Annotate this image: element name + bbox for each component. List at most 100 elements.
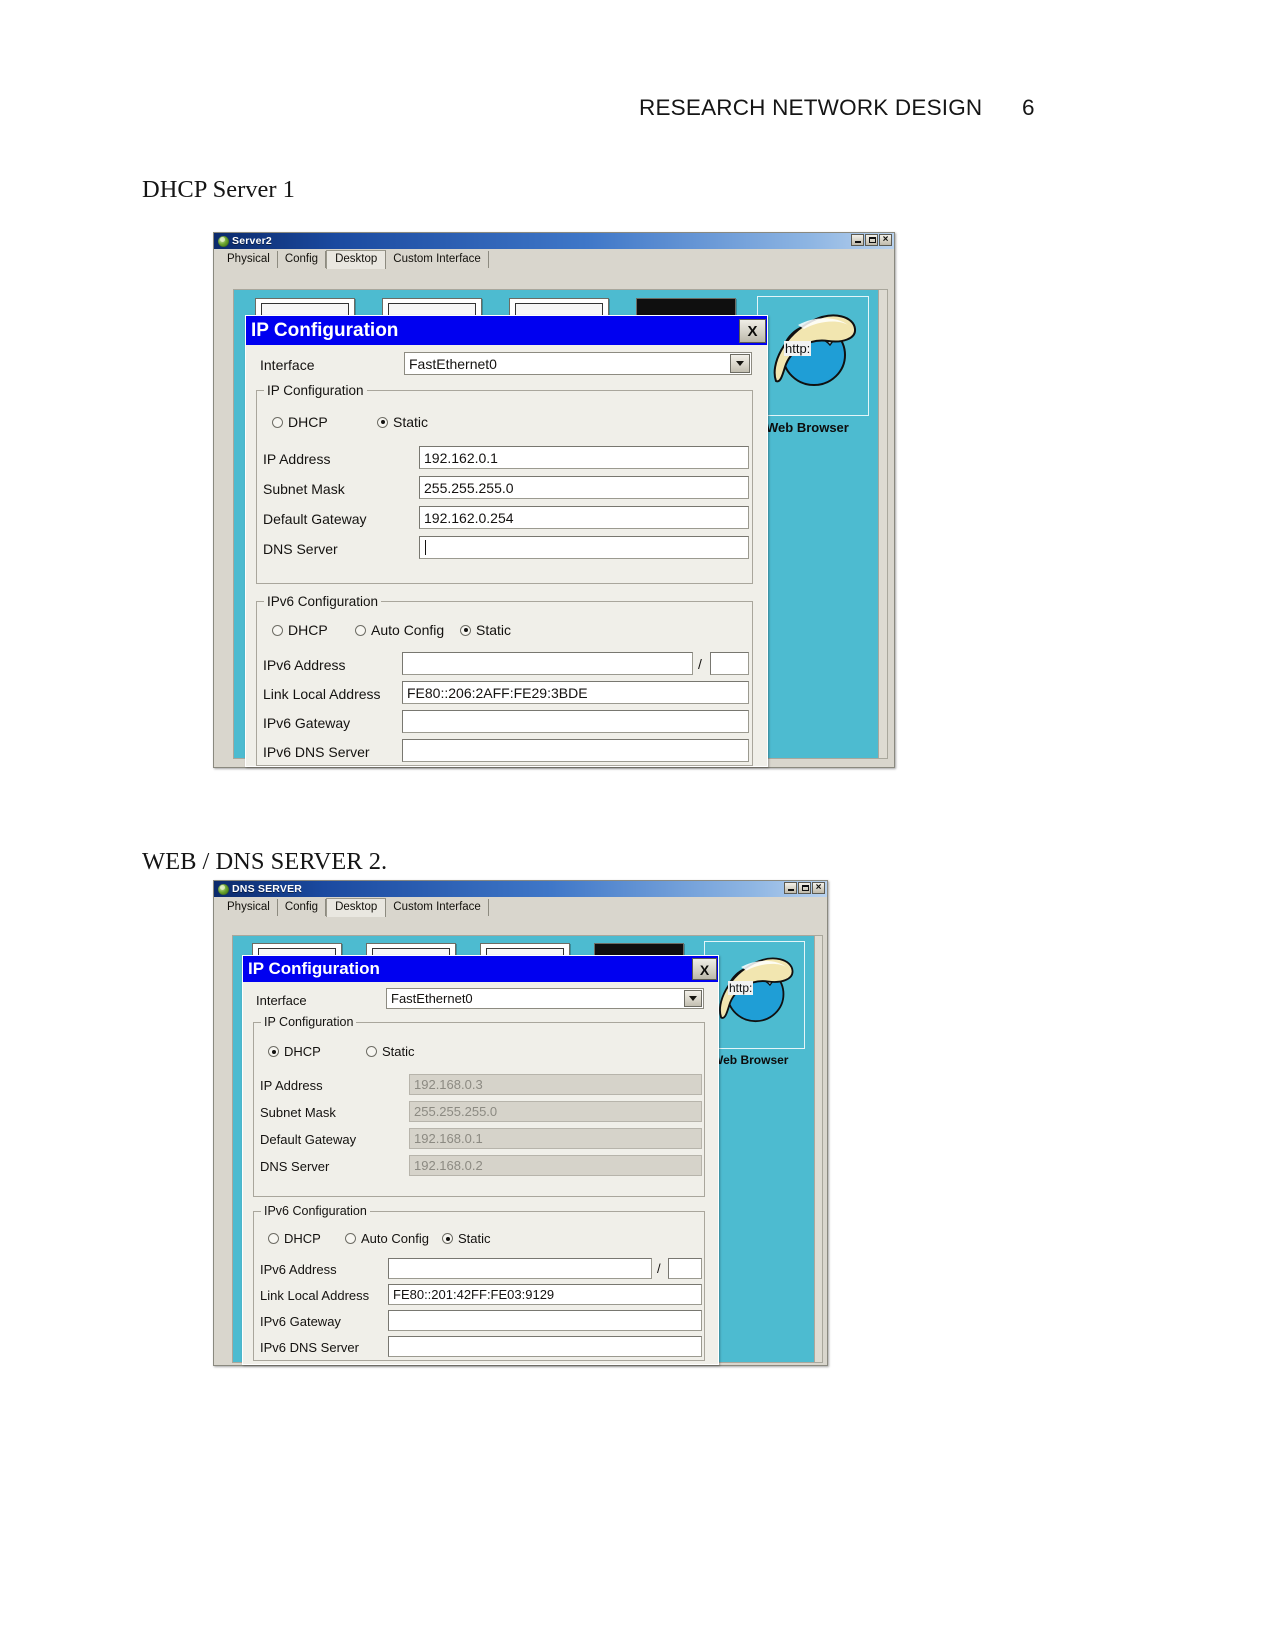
link-local-address-input[interactable]: FE80::206:2AFF:FE29:3BDE <box>402 681 749 704</box>
tab-config[interactable]: Config <box>278 251 327 268</box>
ipv6-prefix-length-input[interactable] <box>710 652 749 675</box>
tab-physical[interactable]: Physical <box>220 899 278 916</box>
desktop-web-browser-tile[interactable]: http: <box>704 941 805 1049</box>
minimize-icon[interactable] <box>784 882 797 894</box>
ipv6-auto-config-radio[interactable]: Auto Config <box>355 622 444 638</box>
window1-controls[interactable]: × <box>851 234 892 246</box>
ipv6-prefix-length-input[interactable] <box>668 1258 702 1279</box>
window2-tabstrip[interactable]: Physical Config Desktop Custom Interface <box>214 897 827 917</box>
maximize-icon[interactable] <box>865 234 878 246</box>
ip-address-input[interactable]: 192.168.0.3 <box>409 1074 702 1095</box>
ipv6-gateway-input[interactable] <box>388 1310 702 1331</box>
ipv6-address-label: IPv6 Address <box>260 1262 337 1277</box>
link-local-address-value: FE80::206:2AFF:FE29:3BDE <box>407 684 588 701</box>
dns-server-label: DNS Server <box>260 1159 330 1174</box>
packet-tracer-window-dns-server[interactable]: DNS SERVER × Physical Config Desktop Cus… <box>213 880 828 1366</box>
ipv6-address-input[interactable] <box>388 1258 652 1279</box>
packet-tracer-window-server2[interactable]: Server2 × Physical Config Desktop Custom… <box>213 232 895 768</box>
tab-desktop[interactable]: Desktop <box>326 898 387 917</box>
ip-address-input[interactable]: 192.162.0.1 <box>419 446 749 469</box>
ipv6-configuration-group: IPv6 Configuration DHCP Auto Config Stat… <box>253 1204 705 1361</box>
close-icon[interactable]: × <box>812 882 825 894</box>
desktop-web-browser-label: Web Browser <box>766 420 849 435</box>
ipv6-dhcp-radio[interactable]: DHCP <box>268 1231 321 1246</box>
default-gateway-input[interactable]: 192.162.0.254 <box>419 506 749 529</box>
ipv6-static-radio[interactable]: Static <box>460 622 511 638</box>
ipv6-prefix-separator: / <box>657 1261 661 1276</box>
ipv6-dns-server-input[interactable] <box>388 1336 702 1357</box>
radio-knob-icon <box>345 1233 356 1244</box>
default-gateway-value: 192.162.0.254 <box>424 509 514 526</box>
ip-configuration-close-button[interactable]: X <box>692 958 717 980</box>
interface-combobox[interactable]: FastEthernet0 <box>404 352 752 375</box>
minimize-icon[interactable] <box>851 234 864 246</box>
window2-titlebar[interactable]: DNS SERVER × <box>214 881 827 897</box>
ipv6-auto-config-label: Auto Config <box>361 1231 429 1246</box>
dns-server-input[interactable] <box>419 536 749 559</box>
ipv6-dhcp-radio[interactable]: DHCP <box>272 622 328 638</box>
window1-tabstrip[interactable]: Physical Config Desktop Custom Interface <box>214 249 894 269</box>
tab-config[interactable]: Config <box>278 899 327 916</box>
ipv6-auto-config-radio[interactable]: Auto Config <box>345 1231 429 1246</box>
device-icon <box>218 883 229 895</box>
radio-knob-icon <box>442 1233 453 1244</box>
chevron-down-icon[interactable] <box>684 990 702 1007</box>
ip-address-value: 192.168.0.3 <box>414 1077 483 1092</box>
radio-knob-icon <box>268 1233 279 1244</box>
ipv4-static-radio[interactable]: Static <box>366 1044 415 1059</box>
desktop-vertical-scrollbar[interactable] <box>878 290 887 758</box>
ip-configuration-titlebar[interactable]: IP Configuration X <box>243 956 718 982</box>
dns-server-input[interactable]: 192.168.0.2 <box>409 1155 702 1176</box>
ipv4-group-title: IP Configuration <box>261 1015 357 1029</box>
ip-address-label: IP Address <box>263 451 331 467</box>
desktop-web-browser-tile[interactable]: http: <box>757 296 869 416</box>
ipv4-dhcp-radio[interactable]: DHCP <box>272 414 328 430</box>
window1-titlebar[interactable]: Server2 × <box>214 233 894 249</box>
ipv6-address-label: IPv6 Address <box>263 657 346 673</box>
interface-combobox-value: FastEthernet0 <box>391 991 473 1006</box>
ip-configuration-dialog[interactable]: IP Configuration X Interface FastEtherne… <box>242 955 719 1365</box>
desktop-vertical-scrollbar[interactable] <box>814 936 822 1362</box>
radio-knob-icon <box>355 624 366 636</box>
default-gateway-value: 192.168.0.1 <box>414 1131 483 1146</box>
section-heading-dhcp-server: DHCP Server 1 <box>142 176 295 203</box>
radio-knob-icon <box>272 416 283 428</box>
ipv6-dns-server-input[interactable] <box>402 739 749 762</box>
link-local-address-input[interactable]: FE80::201:42FF:FE03:9129 <box>388 1284 702 1305</box>
ipv4-dhcp-label: DHCP <box>288 414 328 430</box>
internet-explorer-icon: http: <box>714 949 797 1032</box>
ipv4-static-radio[interactable]: Static <box>377 414 428 430</box>
chevron-down-icon[interactable] <box>730 354 750 373</box>
ipv4-dhcp-radio[interactable]: DHCP <box>268 1044 321 1059</box>
window1-title: Server2 <box>232 235 272 247</box>
radio-knob-icon <box>272 624 283 636</box>
subnet-mask-input[interactable]: 255.255.255.0 <box>409 1101 702 1122</box>
dns-server-label: DNS Server <box>263 541 338 557</box>
subnet-mask-input[interactable]: 255.255.255.0 <box>419 476 749 499</box>
ipv4-configuration-group: IP Configuration DHCP Static IP Address … <box>253 1015 705 1197</box>
ip-configuration-close-button[interactable]: X <box>739 318 766 343</box>
tab-custom-interface[interactable]: Custom Interface <box>386 899 489 916</box>
ip-configuration-body: Interface FastEthernet0 IP Configuration… <box>246 345 767 768</box>
link-local-address-label: Link Local Address <box>263 686 381 702</box>
ipv6-group-title: IPv6 Configuration <box>264 594 382 609</box>
default-gateway-input[interactable]: 192.168.0.1 <box>409 1128 702 1149</box>
ip-configuration-titlebar[interactable]: IP Configuration X <box>246 316 767 345</box>
maximize-icon[interactable] <box>798 882 811 894</box>
interface-combobox[interactable]: FastEthernet0 <box>386 988 704 1009</box>
browser-icon-http-text: http: <box>784 341 812 356</box>
ipv6-static-radio[interactable]: Static <box>442 1231 491 1246</box>
window2-controls[interactable]: × <box>784 882 825 894</box>
tab-desktop[interactable]: Desktop <box>326 250 387 269</box>
tab-physical[interactable]: Physical <box>220 251 278 268</box>
ipv6-prefix-separator: / <box>698 656 702 672</box>
tab-custom-interface[interactable]: Custom Interface <box>386 251 489 268</box>
ipv6-gateway-input[interactable] <box>402 710 749 733</box>
ip-configuration-dialog[interactable]: IP Configuration X Interface FastEtherne… <box>245 315 768 767</box>
subnet-mask-value: 255.255.255.0 <box>424 479 514 496</box>
ipv4-dhcp-label: DHCP <box>284 1044 321 1059</box>
ipv6-address-input[interactable] <box>402 652 693 675</box>
ipv6-gateway-label: IPv6 Gateway <box>263 715 351 731</box>
close-icon[interactable]: × <box>879 234 892 246</box>
radio-knob-icon <box>366 1046 377 1057</box>
